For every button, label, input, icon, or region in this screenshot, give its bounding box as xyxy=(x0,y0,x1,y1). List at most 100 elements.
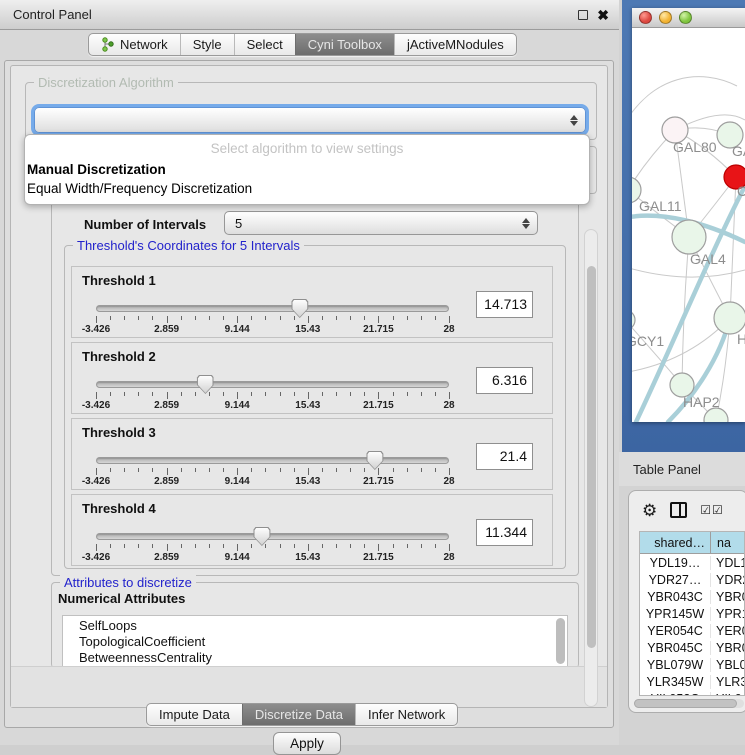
number-of-intervals-value: 5 xyxy=(235,216,242,231)
node-label-clipped-c: C xyxy=(737,183,745,199)
network-graph: GAL80 GA C GAL11 GAL4 GCY1 H HAP2 xyxy=(632,28,745,422)
list-item-selfloops[interactable]: SelfLoops xyxy=(63,618,567,634)
network-canvas[interactable]: GAL80 GA C GAL11 GAL4 GCY1 H HAP2 xyxy=(632,28,745,422)
tab-network-label: Network xyxy=(120,37,168,52)
tab-network[interactable]: Network xyxy=(89,34,180,55)
node-label-gal80: GAL80 xyxy=(673,139,717,155)
table-row[interactable]: YBL079WYBL0 xyxy=(640,656,744,673)
interval-definition-group: Interval Definition Number of Intervals … xyxy=(51,200,579,576)
node-attribute-table[interactable]: shared… na YDL19…YDL1 YDR27…YDR2 YBR043C… xyxy=(639,531,745,696)
column-layout-icon[interactable] xyxy=(670,502,687,518)
node-label-gcy1: GCY1 xyxy=(632,333,664,349)
list-item-betweennesscentrality[interactable]: BetweennessCentrality xyxy=(63,650,567,666)
node-mid-right[interactable] xyxy=(714,302,745,334)
threshold-3-slider[interactable]: -3.4262.8599.14415.4321.71528 xyxy=(96,455,449,485)
panel-title: Control Panel xyxy=(13,7,92,22)
threshold-3-label: Threshold 3 xyxy=(82,425,156,440)
threshold-2-label: Threshold 2 xyxy=(82,349,156,364)
table-panel-title: Table Panel xyxy=(633,462,701,477)
panel-scrollbar-thumb[interactable] xyxy=(587,266,596,648)
discretization-algorithm-group-title: Discretization Algorithm xyxy=(34,75,178,90)
table-horizontal-scrollbar[interactable] xyxy=(634,699,744,708)
node-gal4[interactable] xyxy=(672,220,706,254)
discretize-form: Discretization Algorithm Select algorith… xyxy=(10,65,608,708)
table-row[interactable]: YER054CYER0 xyxy=(640,622,744,639)
threshold-1-box: Threshold 1 -3.4262.8599.14415.4321.7152… xyxy=(71,266,553,338)
node-bottom[interactable] xyxy=(704,408,728,422)
node-label-gal11: GAL11 xyxy=(639,198,682,214)
panel-scrollbar[interactable] xyxy=(584,229,598,707)
threshold-2-value-field[interactable]: 6.316 xyxy=(476,367,533,394)
node-label-gal4: GAL4 xyxy=(690,251,726,267)
top-tab-bar: Network Style Select Cyni Toolbox jActiv… xyxy=(88,33,517,56)
select-columns-icon[interactable]: ☑☑ xyxy=(700,503,724,517)
gear-icon[interactable]: ⚙ xyxy=(642,502,657,519)
footer-strip xyxy=(11,666,607,707)
table-row[interactable]: YDR27…YDR2 xyxy=(640,571,744,588)
threshold-1-slider[interactable]: -3.4262.8599.14415.4321.71528 xyxy=(96,303,449,333)
table-row[interactable]: YIL052CYIL0 xyxy=(640,690,744,696)
table-header-row: shared… na xyxy=(640,532,744,554)
network-icon xyxy=(101,37,115,52)
column-header-name[interactable]: na xyxy=(711,532,744,553)
minimize-traffic-light-icon[interactable] xyxy=(659,11,672,24)
thresholds-group-title: Threshold's Coordinates for 5 Intervals xyxy=(73,238,304,253)
zoom-traffic-light-icon[interactable] xyxy=(679,11,692,24)
thresholds-group: Threshold's Coordinates for 5 Intervals … xyxy=(64,245,566,569)
list-item-topologicalcoefficient[interactable]: TopologicalCoefficient xyxy=(63,634,567,650)
discretization-algorithm-group: Discretization Algorithm xyxy=(25,82,597,140)
close-icon[interactable]: ✖ xyxy=(597,10,609,20)
network-window-titlebar[interactable] xyxy=(632,8,745,28)
algorithm-dropdown-popup: Select algorithm to view settings Manual… xyxy=(24,134,590,205)
tab-cyni-toolbox[interactable]: Cyni Toolbox xyxy=(295,34,394,55)
table-toolbar: ⚙ ☑☑ xyxy=(629,491,745,529)
numerical-attributes-list: SelfLoops TopologicalCoefficient Between… xyxy=(62,615,568,667)
table-row[interactable]: YDL19…YDL1 xyxy=(640,554,744,571)
list-scrollbar[interactable] xyxy=(556,618,565,664)
node-label-clipped-ga: GA xyxy=(732,143,745,159)
tab-impute-data[interactable]: Impute Data xyxy=(147,704,242,725)
threshold-4-slider[interactable]: -3.4262.8599.14415.4321.71528 xyxy=(96,531,449,561)
network-window: GAL80 GA C GAL11 GAL4 GCY1 H HAP2 xyxy=(632,8,745,422)
node-label-hap2: HAP2 xyxy=(683,394,720,410)
table-row[interactable]: YBR045CYBR0 xyxy=(640,639,744,656)
attributes-group-title: Attributes to discretize xyxy=(60,575,196,590)
combo-arrows-icon xyxy=(522,212,530,234)
tab-style[interactable]: Style xyxy=(180,34,234,55)
tab-infer-network[interactable]: Infer Network xyxy=(355,704,457,725)
table-row[interactable]: YBR043CYBR0 xyxy=(640,588,744,605)
table-scrollbar-thumb[interactable] xyxy=(634,699,737,708)
tab-select[interactable]: Select xyxy=(234,34,295,55)
attributes-group: Attributes to discretize Numerical Attri… xyxy=(51,582,579,668)
popup-hint: Select algorithm to view settings xyxy=(25,138,589,160)
column-header-shared-name[interactable]: shared… xyxy=(640,532,711,553)
float-window-icon[interactable] xyxy=(578,10,588,20)
node-gcy1[interactable] xyxy=(632,310,635,330)
tab-discretize-data[interactable]: Discretize Data xyxy=(242,704,355,725)
popup-option-manual-discretization[interactable]: Manual Discretization xyxy=(25,160,589,179)
table-panel: ⚙ ☑☑ shared… na YDL19…YDL1 YDR27…YDR2 YB… xyxy=(628,490,745,713)
table-row[interactable]: YPR145WYPR1 xyxy=(640,605,744,622)
close-traffic-light-icon[interactable] xyxy=(639,11,652,24)
threshold-1-label: Threshold 1 xyxy=(82,273,156,288)
threshold-2-slider[interactable]: -3.4262.8599.14415.4321.71528 xyxy=(96,379,449,409)
apply-button[interactable]: Apply xyxy=(273,732,341,755)
control-panel: Control Panel ✖ Network Style Select Cyn… xyxy=(0,0,619,745)
number-of-intervals-combobox[interactable]: 5 xyxy=(224,211,538,235)
threshold-3-box: Threshold 3 -3.4262.8599.14415.4321.7152… xyxy=(71,418,553,490)
threshold-2-box: Threshold 2 -3.4262.8599.14415.4321.7152… xyxy=(71,342,553,414)
right-workspace: GAL80 GA C GAL11 GAL4 GCY1 H HAP2 Table … xyxy=(619,0,745,745)
threshold-1-value-field[interactable]: 14.713 xyxy=(476,291,533,318)
numerical-attributes-label: Numerical Attributes xyxy=(58,591,185,606)
cyni-toolbox-panel: Discretization Algorithm Select algorith… xyxy=(4,60,614,728)
node-label-clipped-h: H xyxy=(737,331,745,347)
algorithm-combobox[interactable] xyxy=(34,107,586,133)
popup-option-equal-width-frequency[interactable]: Equal Width/Frequency Discretization xyxy=(25,179,589,198)
number-of-intervals-label: Number of Intervals xyxy=(84,217,206,232)
threshold-3-value-field[interactable]: 21.4 xyxy=(476,443,533,470)
combo-arrows-icon xyxy=(570,108,578,132)
threshold-4-value-field[interactable]: 11.344 xyxy=(476,519,533,546)
tab-jactivemnodules[interactable]: jActiveMNodules xyxy=(394,34,516,55)
table-row[interactable]: YLR345WYLR3 xyxy=(640,673,744,690)
table-panel-header: Table Panel xyxy=(619,452,745,486)
